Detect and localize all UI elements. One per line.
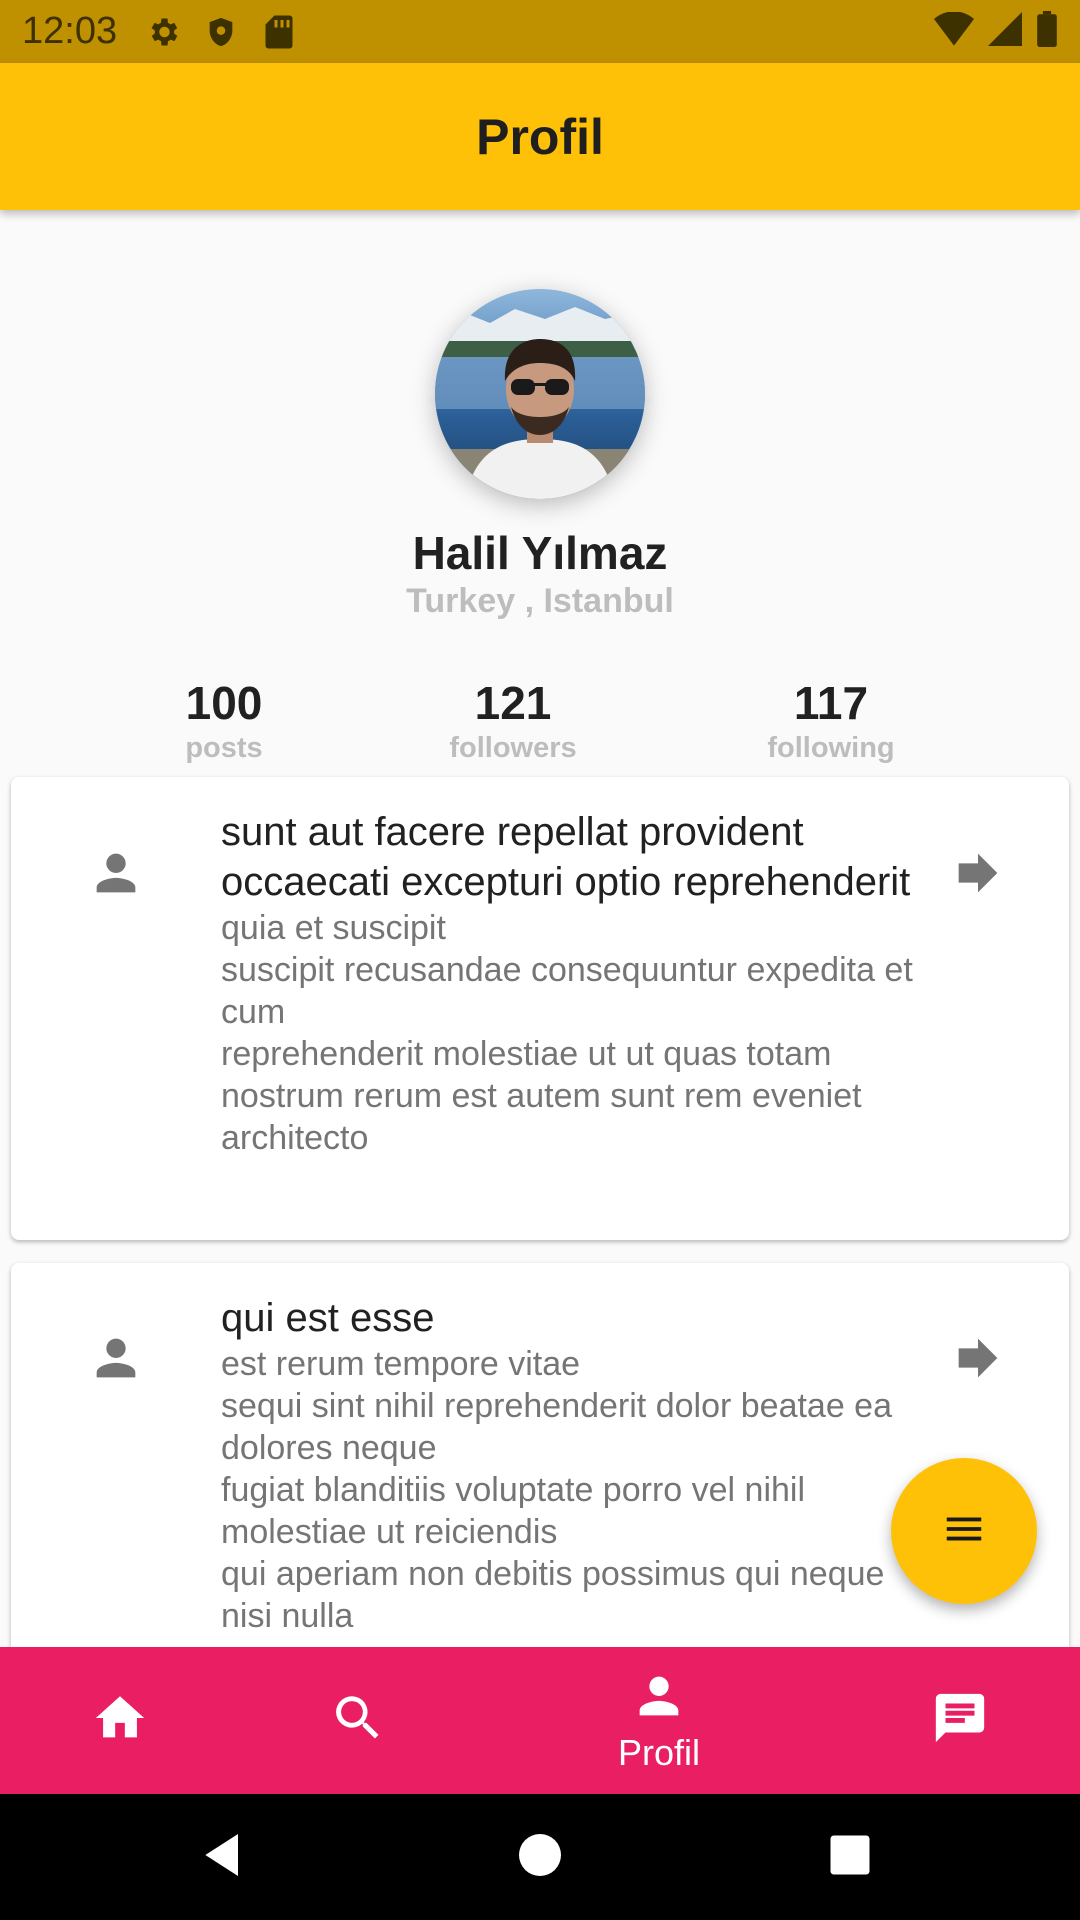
post-body: quia et suscipit suscipit recusandae con…	[221, 909, 913, 1157]
post-title: sunt aut facere repellat provident occae…	[221, 810, 911, 904]
shield-icon	[201, 12, 241, 52]
system-navigation-bar	[0, 1794, 1080, 1920]
menu-fab-button[interactable]	[891, 1458, 1037, 1604]
avatar[interactable]	[435, 289, 645, 499]
back-triangle-icon	[196, 1827, 252, 1888]
post-card[interactable]: qui est esse est rerum tempore vitae seq…	[11, 1263, 1069, 1663]
stat-posts[interactable]: 100 posts	[94, 676, 354, 766]
nav-item-label: Profil	[617, 1732, 701, 1773]
avatar-photo	[435, 289, 645, 499]
app-bar: Profil	[0, 63, 1080, 210]
arrow-forward-icon[interactable]	[949, 844, 1007, 902]
chat-icon	[931, 1689, 989, 1752]
stat-value: 100	[185, 677, 263, 729]
home-circle-icon	[512, 1827, 568, 1888]
post-body: est rerum tempore vitae sequi sint nihil…	[221, 1345, 893, 1635]
stat-value: 117	[793, 677, 869, 729]
post-text: sunt aut facere repellat provident occae…	[221, 807, 921, 1159]
battery-icon	[1036, 11, 1058, 52]
post-text: qui est esse est rerum tempore vitae seq…	[221, 1293, 921, 1637]
stat-label: following	[767, 732, 895, 764]
person-icon	[87, 1329, 145, 1387]
status-time: 12:03	[22, 10, 118, 52]
person-icon	[630, 1667, 688, 1730]
recents-square-icon	[824, 1829, 876, 1886]
search-icon	[329, 1689, 387, 1752]
profile-location: Turkey , Istanbul	[406, 582, 674, 620]
profile-name: Halil Yılmaz	[412, 527, 668, 579]
person-icon	[87, 844, 145, 902]
sd-card-icon	[259, 12, 299, 52]
status-bar: 12:03	[0, 0, 1080, 63]
stat-label: followers	[449, 732, 577, 764]
arrow-forward-icon[interactable]	[949, 1329, 1007, 1387]
stat-following[interactable]: 117 following	[701, 676, 961, 766]
wifi-icon	[934, 11, 974, 51]
home-icon	[91, 1689, 149, 1752]
post-card[interactable]: sunt aut facere repellat provident occae…	[11, 777, 1069, 1240]
stat-followers[interactable]: 121 followers	[383, 676, 643, 766]
home-button[interactable]	[504, 1821, 576, 1893]
nav-item-chat[interactable]	[860, 1647, 1060, 1794]
nav-item-home[interactable]	[20, 1647, 220, 1794]
stat-label: posts	[185, 732, 263, 764]
settings-icon	[143, 12, 183, 52]
stat-value: 121	[474, 677, 552, 729]
signal-icon	[988, 12, 1022, 51]
bottom-navigation: Profil	[0, 1647, 1080, 1794]
nav-item-profil[interactable]: Profil	[559, 1647, 759, 1794]
recents-button[interactable]	[814, 1821, 886, 1893]
menu-icon	[941, 1506, 987, 1557]
page-title: Profil	[476, 108, 604, 165]
back-button[interactable]	[188, 1821, 260, 1893]
nav-item-search[interactable]	[258, 1647, 458, 1794]
post-title: qui est esse	[221, 1296, 435, 1340]
